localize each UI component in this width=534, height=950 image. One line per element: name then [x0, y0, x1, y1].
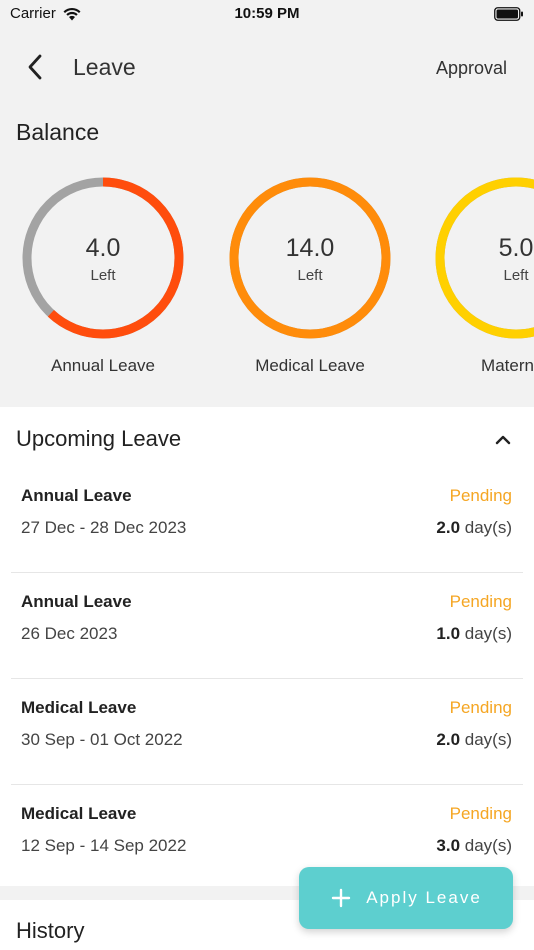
days-count: 2.0: [436, 730, 461, 749]
list-item[interactable]: Annual Leave 26 Dec 2023 Pending 1.0 day…: [11, 573, 523, 679]
leave-type: Medical Leave: [21, 698, 137, 717]
leave-type: Annual Leave: [21, 592, 132, 611]
status-badge: Pending: [449, 592, 512, 611]
back-button[interactable]: [20, 52, 50, 82]
leave-days: 3.0 day(s): [436, 836, 512, 856]
chevron-left-icon: [28, 54, 42, 80]
status-badge: Pending: [449, 486, 512, 505]
balance-card-medical[interactable]: 14.0 Left Medical Leave: [210, 172, 410, 392]
balance-value: 5.0: [498, 234, 534, 262]
status-badge: Pending: [449, 698, 512, 717]
balance-label: Medical Leave: [255, 356, 365, 375]
collapse-button[interactable]: [490, 427, 516, 453]
status-badge: Pending: [449, 804, 512, 823]
balance-sub: Left: [297, 267, 323, 284]
days-unit: day(s): [464, 518, 512, 537]
leave-days: 2.0 day(s): [436, 518, 512, 538]
leave-dates: 27 Dec - 28 Dec 2023: [21, 518, 187, 537]
days-unit: day(s): [464, 836, 512, 855]
list-item[interactable]: Annual Leave 27 Dec - 28 Dec 2023 Pendin…: [11, 467, 523, 573]
days-count: 3.0: [436, 836, 461, 855]
days-unit: day(s): [464, 730, 512, 749]
balance-sub: Left: [503, 267, 529, 284]
balance-value: 4.0: [85, 234, 121, 262]
balance-sub: Left: [90, 267, 116, 284]
leave-dates: 30 Sep - 01 Oct 2022: [21, 730, 183, 749]
balance-value: 14.0: [285, 234, 335, 262]
page-title: Leave: [73, 54, 136, 80]
balance-label: Annual Leave: [51, 356, 155, 375]
leave-type: Medical Leave: [21, 804, 137, 823]
leave-type: Annual Leave: [21, 486, 132, 505]
balance-heading: Balance: [16, 119, 100, 145]
upcoming-header[interactable]: Upcoming Leave: [0, 407, 534, 467]
upcoming-leave-list: Annual Leave 27 Dec - 28 Dec 2023 Pendin…: [0, 467, 534, 891]
balance-carousel[interactable]: 4.0 Left Annual Leave 14.0 Left Medical …: [0, 172, 534, 392]
days-unit: day(s): [464, 624, 512, 643]
leave-days: 2.0 day(s): [436, 730, 512, 750]
apply-leave-button[interactable]: Apply Leave: [299, 867, 513, 929]
balance-card-annual[interactable]: 4.0 Left Annual Leave: [3, 172, 203, 392]
balance-area: Leave Approval Balance 4.0 Left Annual L…: [0, 30, 534, 407]
leave-days: 1.0 day(s): [436, 624, 512, 644]
status-time: 10:59 PM: [234, 5, 300, 22]
balance-label: Maternity: [481, 356, 534, 375]
upcoming-title: Upcoming Leave: [16, 426, 182, 451]
leave-screen: Carrier 10:59 PM Leave Approval Balance: [0, 0, 534, 950]
apply-leave-label: Apply Leave: [366, 888, 482, 907]
balance-card-maternity[interactable]: 5.0 Left Maternity: [416, 172, 534, 392]
list-item[interactable]: Medical Leave 30 Sep - 01 Oct 2022 Pendi…: [11, 679, 523, 785]
approval-link[interactable]: Approval: [436, 58, 507, 79]
days-count: 1.0: [436, 624, 461, 643]
status-bar: Carrier 10:59 PM: [0, 0, 534, 30]
leave-dates: 12 Sep - 14 Sep 2022: [21, 836, 187, 855]
history-title: History: [16, 918, 85, 943]
plus-icon: [332, 888, 351, 908]
days-count: 2.0: [436, 518, 461, 537]
chevron-up-icon: [495, 435, 511, 445]
battery-icon: [494, 7, 523, 21]
leave-dates: 26 Dec 2023: [21, 624, 118, 643]
